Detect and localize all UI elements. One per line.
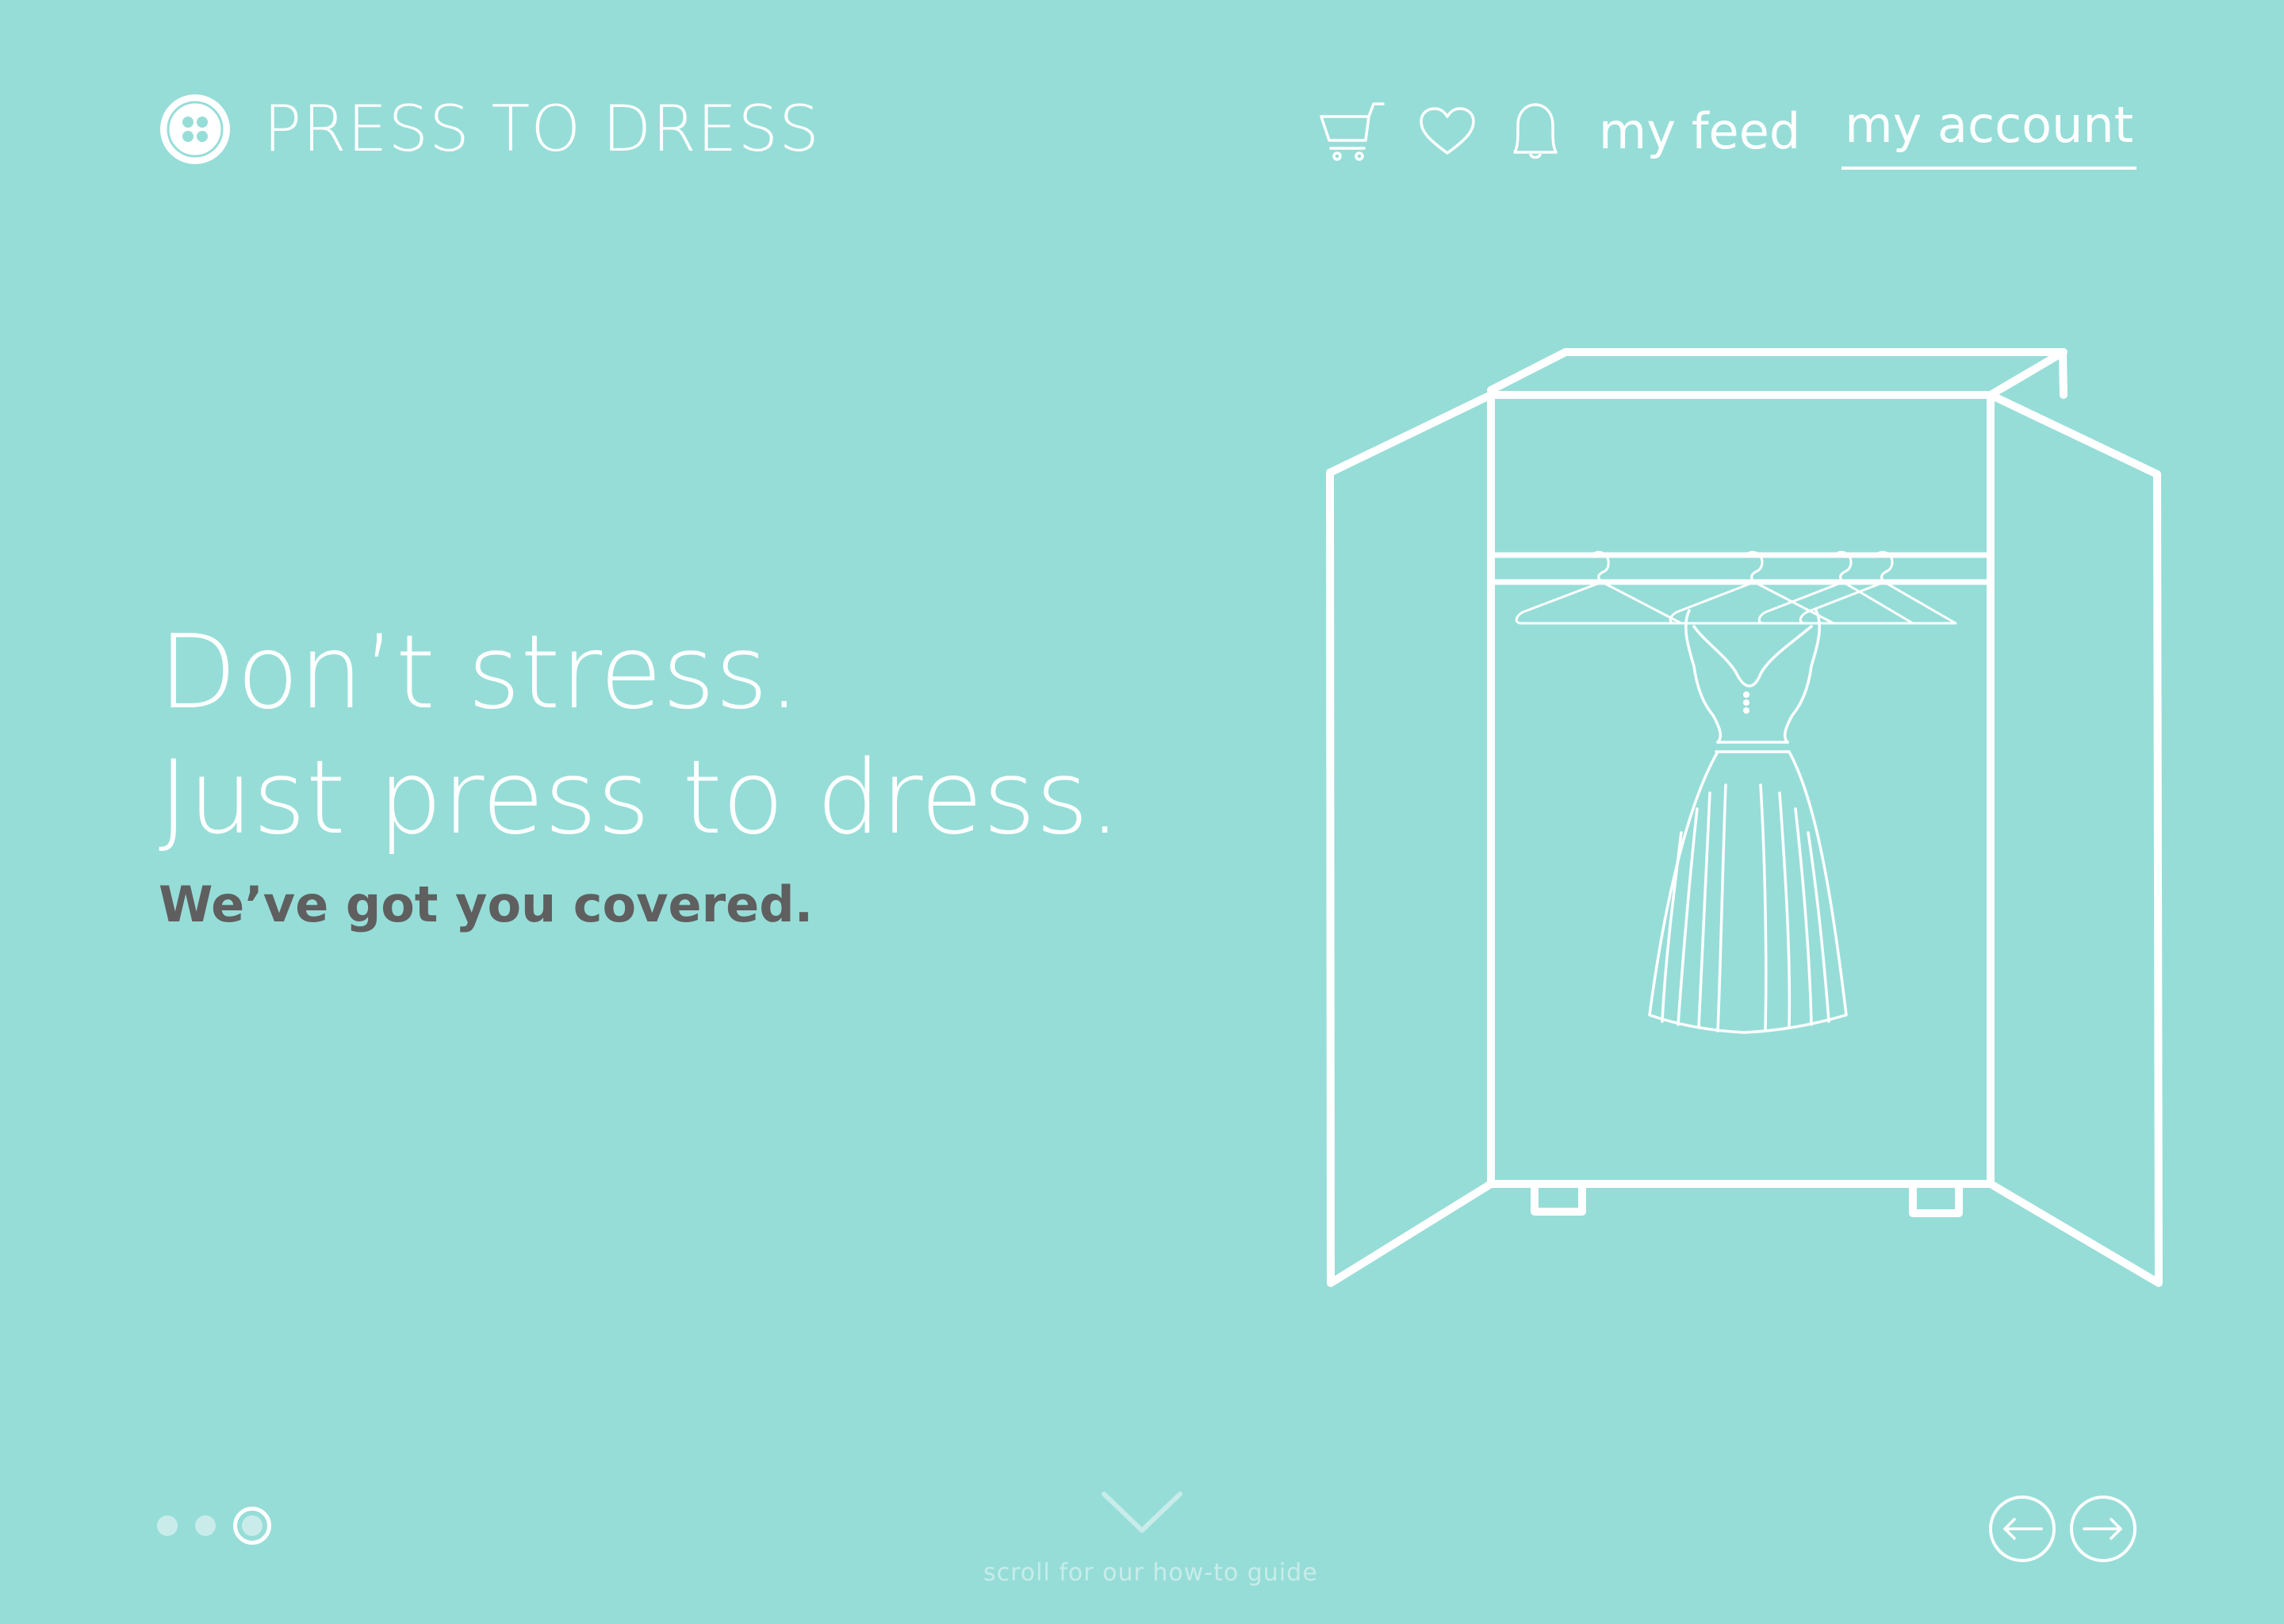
pagination-dots <box>157 1507 271 1545</box>
arrow-right-icon <box>2083 1518 2122 1540</box>
prev-button[interactable] <box>1989 1496 2056 1562</box>
scroll-hint[interactable]: scroll for our how-to guide <box>983 1491 1318 1587</box>
pagination-dot-2[interactable] <box>195 1515 216 1536</box>
nav-my-account[interactable]: my account <box>1841 94 2136 170</box>
subheadline: We’ve got you covered. <box>159 875 814 933</box>
brand-name: PRESS TO DRESS <box>263 92 820 166</box>
top-nav: my feed my account <box>1320 94 2136 170</box>
bell-icon[interactable] <box>1510 102 1561 162</box>
hero: Don’t stress. Just press to dress. We’ve… <box>159 611 1121 933</box>
nav-my-feed[interactable]: my feed <box>1599 100 1800 163</box>
carousel-arrows <box>1989 1496 2136 1562</box>
headline-line-2: Just press to dress. <box>159 739 1121 857</box>
brand[interactable]: PRESS TO DRESS <box>159 92 820 166</box>
headline-line-1: Don’t stress. <box>159 614 801 732</box>
button-icon <box>160 94 230 164</box>
chevron-down-icon[interactable] <box>1101 1491 1183 1535</box>
pagination-dot-3-active[interactable] <box>233 1507 271 1545</box>
heart-icon[interactable] <box>1420 107 1475 156</box>
scroll-hint-text: scroll for our how-to guide <box>983 1559 1318 1587</box>
next-button[interactable] <box>2070 1496 2136 1562</box>
cart-icon[interactable] <box>1320 101 1385 163</box>
arrow-left-icon <box>2003 1518 2043 1540</box>
pagination-dot-1[interactable] <box>157 1515 178 1536</box>
wardrobe-with-dress-illustration <box>1326 348 2163 1287</box>
